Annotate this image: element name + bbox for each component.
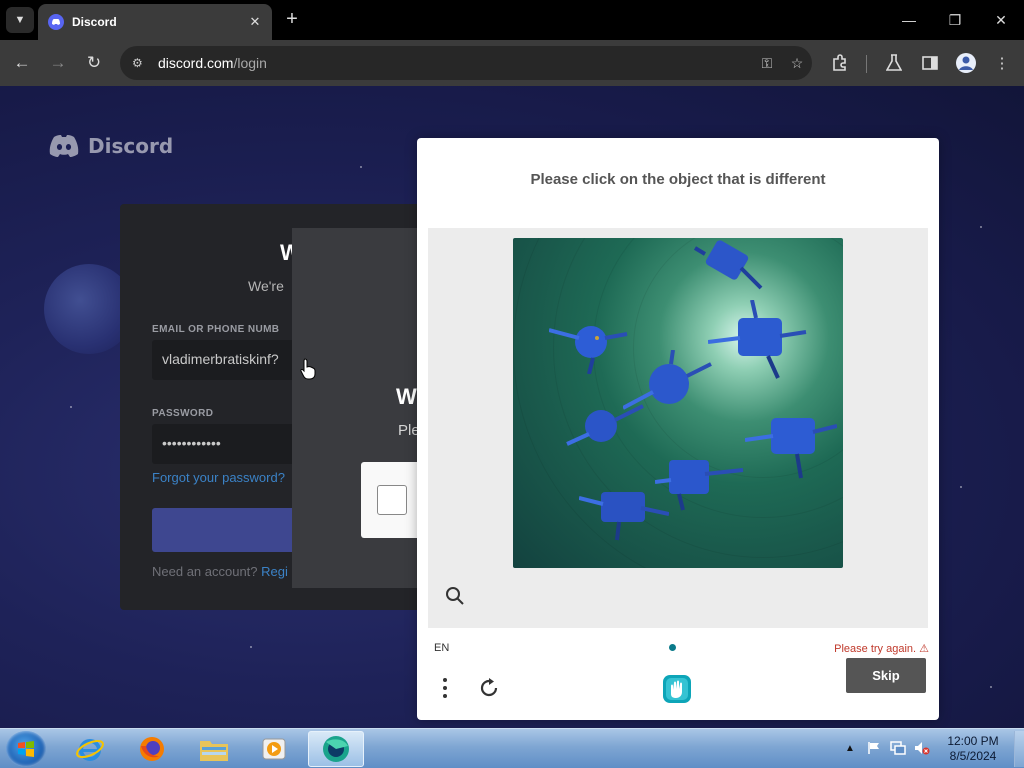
browser-app-icon	[323, 736, 349, 762]
hcaptcha-challenge-panel: Please click on the object that is diffe…	[417, 138, 939, 720]
labs-flask-icon[interactable]	[882, 51, 906, 75]
error-message: Please try again. ⚠	[834, 643, 929, 655]
side-panel-icon[interactable]	[918, 51, 942, 75]
browser-tab-bar: ▼ Discord ✕ + — ❐ ✕	[0, 0, 1024, 40]
challenge-prompt: Please click on the object that is diffe…	[530, 171, 826, 188]
email-label: EMAIL OR PHONE NUMB	[152, 324, 280, 335]
url-text: discord.com/login	[158, 55, 267, 71]
login-subheading: We're	[248, 278, 284, 294]
folder-icon	[200, 741, 228, 761]
address-bar[interactable]: ⚙ discord.com/login ⚿ ☆	[120, 46, 812, 80]
zoom-magnifier-icon[interactable]	[445, 586, 465, 606]
restore-button[interactable]: ❐	[932, 6, 978, 34]
taskbar-internet-explorer[interactable]	[62, 731, 118, 767]
tab-close-icon[interactable]: ✕	[244, 14, 266, 30]
minimize-button[interactable]: —	[886, 6, 932, 34]
taskbar-firefox[interactable]	[124, 731, 180, 767]
register-link[interactable]: Regi	[261, 564, 288, 579]
browser-menu-icon[interactable]: ⋮	[990, 51, 1014, 75]
bookmark-star-icon[interactable]: ☆	[782, 55, 812, 72]
password-label: PASSWORD	[152, 408, 214, 419]
blue-object[interactable]	[693, 238, 763, 293]
blue-object[interactable]	[708, 300, 808, 380]
taskbar-file-explorer[interactable]	[186, 731, 242, 767]
discord-login-page: Discord W We're EMAIL OR PHONE NUMB vlad…	[0, 86, 1024, 728]
volume-muted-icon[interactable]	[914, 740, 930, 756]
clock-time: 12:00 PM	[947, 734, 999, 748]
forward-button[interactable]: →	[44, 49, 72, 77]
discord-favicon-icon	[48, 14, 64, 30]
profile-avatar-icon[interactable]	[954, 51, 978, 75]
system-clock[interactable]: 12:00 PM 8/5/2024	[936, 734, 1010, 764]
menu-dots-icon[interactable]	[439, 676, 451, 700]
hcaptcha-logo-icon	[663, 675, 691, 703]
clock-date: 8/5/2024	[949, 749, 997, 763]
refresh-icon[interactable]	[477, 676, 501, 700]
new-tab-button[interactable]: +	[280, 8, 304, 32]
password-key-icon[interactable]: ⚿	[752, 55, 782, 72]
window-close-button[interactable]: ✕	[978, 6, 1024, 34]
browser-tab[interactable]: Discord ✕	[38, 4, 272, 40]
tab-title: Discord	[72, 15, 117, 29]
progress-dot	[669, 644, 676, 651]
forgot-password-link[interactable]: Forgot your password?	[152, 470, 285, 485]
site-info-icon[interactable]: ⚙	[132, 56, 152, 70]
show-hidden-icons[interactable]: ▲	[842, 740, 858, 756]
blue-object[interactable]	[745, 410, 837, 480]
hand-cursor-icon	[300, 358, 316, 380]
discord-clyde-icon	[49, 135, 79, 157]
blue-object[interactable]	[565, 396, 645, 456]
show-desktop-button[interactable]	[1014, 731, 1024, 767]
internet-explorer-icon	[76, 739, 104, 761]
verify-heading: W	[396, 384, 417, 409]
extensions-icon[interactable]	[828, 51, 852, 75]
action-center-flag-icon[interactable]	[866, 740, 882, 756]
challenge-image[interactable]	[513, 238, 843, 568]
tab-search-button[interactable]: ▼	[6, 7, 34, 33]
hcaptcha-checkbox[interactable]	[377, 485, 407, 515]
challenge-area	[428, 228, 928, 628]
discord-wordmark: Discord	[88, 134, 174, 158]
taskbar-media-player[interactable]	[246, 731, 302, 767]
start-button[interactable]	[6, 731, 46, 767]
reload-button[interactable]: ↻	[80, 49, 108, 77]
blue-object[interactable]	[579, 482, 669, 542]
warning-icon: ⚠	[919, 643, 929, 655]
back-button[interactable]: ←	[8, 49, 36, 77]
blue-object[interactable]	[549, 314, 629, 374]
language-selector[interactable]: EN	[434, 642, 449, 654]
windows-flag-icon	[18, 741, 34, 757]
media-player-icon	[262, 738, 286, 760]
windows-taskbar: ▲ 12:00 PM 8/5/2024	[0, 728, 1024, 768]
discord-logo[interactable]: Discord	[48, 134, 173, 158]
verification-modal: W Ple	[292, 228, 431, 588]
taskbar-active-browser[interactable]	[308, 731, 364, 767]
firefox-icon	[140, 737, 164, 761]
toolbar-divider	[866, 55, 867, 73]
skip-button[interactable]: Skip	[846, 658, 926, 693]
need-account-text: Need an account? Regi	[152, 564, 288, 579]
browser-toolbar: ← → ↻ ⚙ discord.com/login ⚿ ☆ ⋮	[0, 40, 1024, 86]
network-icon[interactable]	[890, 740, 906, 756]
